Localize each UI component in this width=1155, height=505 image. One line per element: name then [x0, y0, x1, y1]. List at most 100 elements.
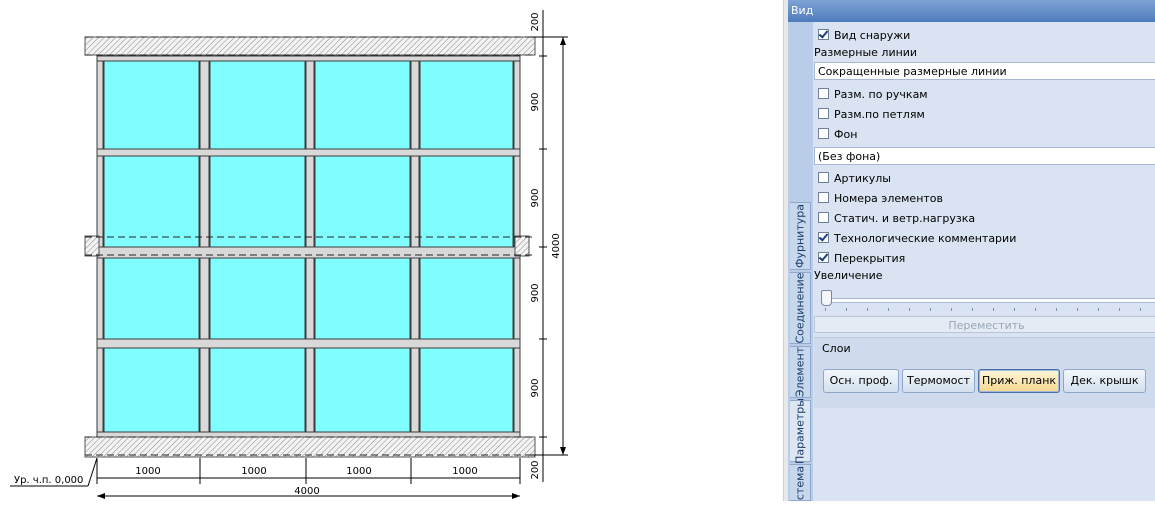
dimension-label: 900	[530, 92, 541, 111]
checkbox-label: Разм. по ручкам	[834, 88, 928, 101]
dimension-total-label: 4000	[294, 486, 319, 497]
dimension-arrow	[560, 37, 566, 45]
dimension-label: 1000	[135, 466, 160, 477]
checkbox-label: Статич. и ветр.нагрузка	[834, 212, 976, 225]
checkbox-box[interactable]	[818, 232, 829, 243]
glass-pane	[314, 60, 411, 150]
slider-tick	[1119, 308, 1120, 311]
tab-label: стема	[793, 465, 807, 500]
dimension-label: 900	[530, 283, 541, 302]
dimension-label: 900	[530, 188, 541, 207]
dim-handles-checkbox[interactable]: Разм. по ручкам	[818, 87, 928, 103]
tab-element[interactable]: Элемент	[790, 346, 811, 398]
slider-tick	[1098, 308, 1099, 311]
tab-parameters[interactable]: Параметры	[790, 398, 811, 464]
slider-tick	[825, 308, 826, 311]
transom	[96, 55, 521, 62]
dimension-total-label: 4000	[551, 233, 562, 258]
glass-pane	[419, 347, 514, 433]
tech-comments-checkbox[interactable]: Технологические комментарии	[818, 231, 1016, 247]
drawing-canvas[interactable]: 200 900 900 900 900 200 4000 1000 1000 1000 1000 40…	[0, 0, 783, 501]
slider-tick	[1014, 308, 1015, 311]
checkbox-label: Номера элементов	[834, 192, 944, 205]
slider-tick	[846, 308, 847, 311]
checkbox-box[interactable]	[818, 108, 829, 119]
dimension-label: 200	[530, 12, 541, 31]
tab-connection[interactable]: Соединение	[790, 272, 811, 344]
glass-pane	[314, 155, 411, 248]
slider-tick	[951, 308, 952, 311]
zoom-slider-track[interactable]	[823, 298, 1155, 303]
tab-system[interactable]: стема	[790, 464, 811, 501]
slab-edge	[84, 235, 100, 257]
dimension-label: 1000	[241, 466, 266, 477]
static-load-checkbox[interactable]: Статич. и ветр.нагрузка	[818, 211, 975, 227]
properties-panel: Вид Фурнитура Соединение Элемент Парамет…	[788, 0, 1155, 501]
transom	[96, 246, 521, 259]
slider-tick	[1056, 308, 1057, 311]
slider-tick	[993, 308, 994, 311]
dimension-arrow	[97, 493, 105, 499]
layer-button-pressure-plate[interactable]: Приж. планк	[978, 369, 1060, 393]
checkbox-label: Фон	[834, 128, 858, 141]
layers-title: Слои	[822, 342, 851, 355]
element-numbers-checkbox[interactable]: Номера элементов	[818, 191, 943, 207]
slab-edge	[84, 436, 536, 458]
panel-header: Вид	[788, 0, 1155, 22]
level-label: Ур. ч.п. 0,000	[14, 475, 83, 486]
checkbox-box[interactable]	[818, 252, 829, 263]
checkbox-box[interactable]	[818, 29, 829, 40]
checkbox-box[interactable]	[818, 192, 829, 203]
slider-tick	[1035, 308, 1036, 311]
glass-pane	[209, 155, 306, 248]
dim-lines-label: Размерные линии	[814, 46, 918, 59]
slider-tick	[867, 308, 868, 311]
dimension-label: 200	[530, 460, 541, 479]
checkbox-box[interactable]	[818, 128, 829, 139]
glass-pane	[209, 257, 306, 340]
glass-pane	[103, 155, 200, 248]
dim-lines-select[interactable]: Сокращенные размерные линии	[814, 62, 1155, 80]
tab-label: Элемент	[793, 346, 807, 398]
layer-button-thermal-break[interactable]: Термомост	[902, 369, 975, 393]
transom	[96, 431, 521, 438]
checkbox-label: Перекрытия	[834, 252, 906, 265]
articles-checkbox[interactable]: Артикулы	[818, 171, 891, 187]
glass-pane	[209, 60, 306, 150]
glass-pane	[103, 60, 200, 150]
glass-pane	[419, 257, 514, 340]
checkbox-label: Разм.по петлям	[834, 108, 925, 121]
overlaps-checkbox[interactable]: Перекрытия	[818, 251, 905, 267]
checkbox-label: Технологические комментарии	[834, 232, 1017, 245]
checkbox-box[interactable]	[818, 212, 829, 223]
glass-pane	[419, 60, 514, 150]
slider-tick	[972, 308, 973, 311]
dimension-arrow	[512, 493, 520, 499]
slider-tick	[888, 308, 889, 311]
background-select[interactable]: (Без фона)	[814, 147, 1155, 165]
checkbox-box[interactable]	[818, 88, 829, 99]
vertical-tab-strip: Фурнитура Соединение Элемент Параметры с…	[788, 22, 813, 501]
move-button[interactable]: Переместить	[814, 316, 1155, 333]
transom	[96, 148, 521, 157]
layer-button-main-profile[interactable]: Осн. проф.	[823, 369, 899, 393]
glass-pane	[419, 155, 514, 248]
glass-pane	[103, 257, 200, 340]
slab-edge	[514, 235, 530, 257]
zoom-label: Увеличение	[814, 269, 883, 282]
level-leader	[87, 457, 98, 487]
slider-tick	[909, 308, 910, 311]
slab-edge	[84, 36, 536, 56]
dim-hinges-checkbox[interactable]: Разм.по петлям	[818, 107, 925, 123]
tab-label: Соединение	[793, 272, 807, 344]
checkbox-box[interactable]	[818, 172, 829, 183]
view-outside-checkbox[interactable]: Вид снаружи	[818, 28, 910, 44]
dimension-label: 900	[530, 378, 541, 397]
tab-hardware[interactable]: Фурнитура	[790, 202, 811, 270]
zoom-slider-thumb[interactable]	[821, 290, 832, 306]
glass-pane	[103, 347, 200, 433]
layer-button-deco-cap[interactable]: Дек. крышк	[1063, 369, 1146, 393]
glass-pane	[314, 347, 411, 433]
background-checkbox[interactable]: Фон	[818, 127, 857, 143]
checkbox-label: Вид снаружи	[834, 29, 911, 42]
